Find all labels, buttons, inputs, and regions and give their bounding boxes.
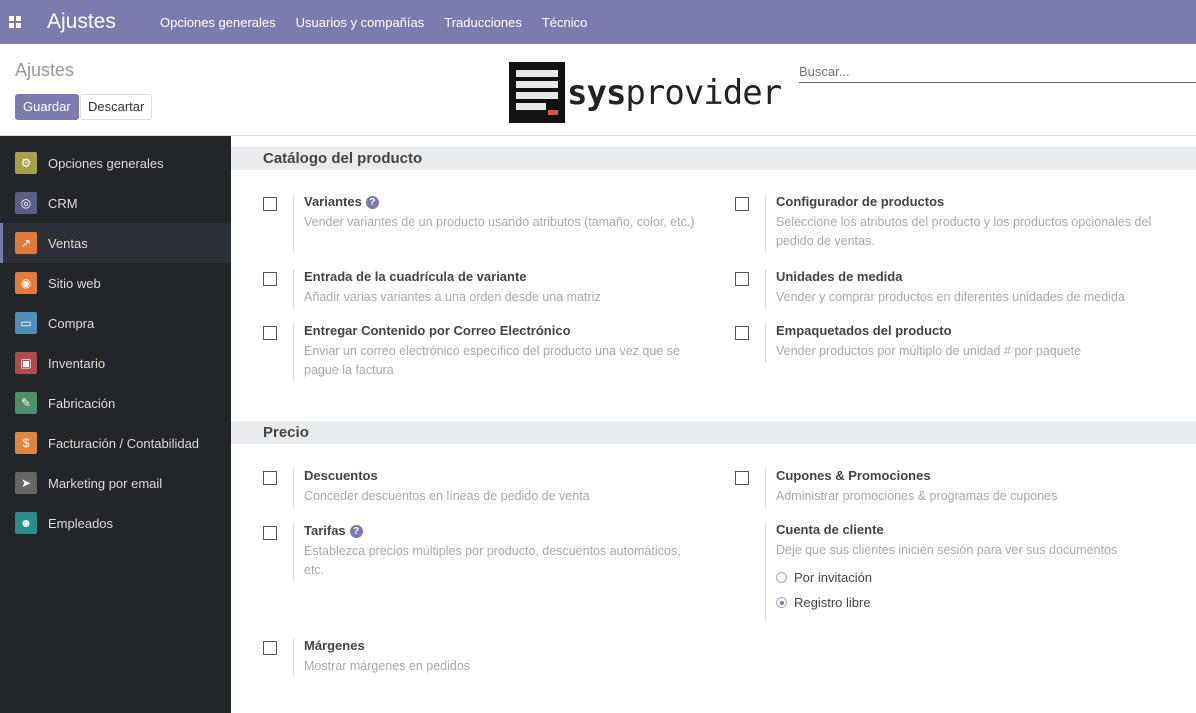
control-panel: Ajustes Guardar Descartar sysprovider xyxy=(0,44,1196,136)
handshake-icon: ◎ xyxy=(15,192,37,214)
logo-text: sysprovider xyxy=(567,72,782,113)
menu-traducciones[interactable]: Traducciones xyxy=(444,15,522,30)
sidebar-item-label: Fabricación xyxy=(48,395,116,411)
cuenta-title: Cuenta de cliente xyxy=(776,522,884,537)
section-title-precio: Precio xyxy=(231,421,1196,444)
margenes-checkbox[interactable] xyxy=(263,641,277,655)
sidebar-item-label: Facturación / Contabilidad xyxy=(48,435,200,451)
variantes-title: Variantes xyxy=(304,194,362,209)
sidebar-item-card[interactable]: ▭ Compra xyxy=(0,303,231,343)
cuadricula-checkbox[interactable] xyxy=(263,272,277,286)
sidebar-item-label: Inventario xyxy=(48,355,106,371)
cuadricula-desc: Añadir varias variantes a una orden desd… xyxy=(304,290,601,304)
sidebar-item-label: Empleados xyxy=(48,515,114,531)
sidebar-item-globe[interactable]: ◉ Sitio web xyxy=(0,263,231,303)
configurador-title: Configurador de productos xyxy=(776,194,945,209)
sidebar-item-paper-plane[interactable]: ➤ Marketing por email xyxy=(0,463,231,503)
sidebar-item-box[interactable]: ▣ Inventario xyxy=(0,343,231,383)
save-button[interactable]: Guardar xyxy=(15,94,79,120)
sidebar-item-label: Sitio web xyxy=(48,275,101,291)
apps-grid-icon xyxy=(9,16,21,28)
cupones-title: Cupones & Promociones xyxy=(776,468,931,483)
unidades-desc: Vender y comprar productos en diferentes… xyxy=(776,290,1125,304)
help-icon[interactable]: ? xyxy=(365,196,379,209)
sidebar-item-gear[interactable]: ⚙ Opciones generales xyxy=(0,143,231,183)
top-navbar: Ajustes Opciones generales Usuarios y co… xyxy=(0,0,1196,44)
margenes-title: Márgenes xyxy=(304,638,365,653)
box-icon: ▣ xyxy=(15,352,37,374)
cuadricula-title: Entrada de la cuadrícula de variante xyxy=(304,269,527,284)
sidebar-item-label: Marketing por email xyxy=(48,475,163,491)
sidebar-item-wrench[interactable]: ✎ Fabricación xyxy=(0,383,231,423)
sidebar-item-label: CRM xyxy=(48,195,78,211)
sidebar-item-handshake[interactable]: ◎ CRM xyxy=(0,183,231,223)
menu-tecnico[interactable]: Técnico xyxy=(542,15,588,30)
descuentos-checkbox[interactable] xyxy=(263,471,277,485)
menu-usuarios-companias[interactable]: Usuarios y compañías xyxy=(296,15,425,30)
sidebar-item-label: Compra xyxy=(48,315,95,331)
empaquetados-checkbox[interactable] xyxy=(735,326,749,340)
menu-opciones-generales[interactable]: Opciones generales xyxy=(160,15,276,30)
contenido-title: Entregar Contenido por Correo Electrónic… xyxy=(304,323,571,338)
settings-sidebar: ⚙ Opciones generales ◎ CRM ↗ Ventas ◉ Sitio web… xyxy=(0,136,231,713)
contenido-checkbox[interactable] xyxy=(263,326,277,340)
app-title: Ajustes xyxy=(47,10,116,33)
unidades-checkbox[interactable] xyxy=(735,272,749,286)
globe-icon: ◉ xyxy=(15,272,37,294)
descuentos-title: Descuentos xyxy=(304,468,378,483)
descuentos-desc: Conceder descuentos en líneas de pedido … xyxy=(304,489,590,503)
page-title: Ajustes xyxy=(15,60,75,80)
wrench-icon: ✎ xyxy=(15,392,37,414)
unidades-title: Unidades de medida xyxy=(776,269,903,284)
settings-content: Catálogo del producto Variantes? Vender … xyxy=(231,136,1196,713)
sidebar-item-label: Opciones generales xyxy=(48,155,164,171)
radio-por-invitacion[interactable]: Por invitación xyxy=(776,570,872,585)
radio-on-icon xyxy=(776,597,787,608)
radio-registro-libre[interactable]: Registro libre xyxy=(776,595,871,610)
server-icon xyxy=(509,62,565,123)
sidebar-item-users[interactable]: ☻ Empleados xyxy=(0,503,231,543)
company-logo: sysprovider xyxy=(509,62,782,123)
tarifas-title: Tarifas xyxy=(304,523,346,538)
empaquetados-title: Empaquetados del producto xyxy=(776,323,952,338)
variantes-checkbox[interactable] xyxy=(263,197,277,211)
invoice-icon: $ xyxy=(15,432,37,454)
discard-button[interactable]: Descartar xyxy=(80,94,153,120)
radio-off-icon xyxy=(776,572,787,583)
cuenta-desc: Deje que sus clientes inicien sesión par… xyxy=(776,543,1118,557)
empaquetados-desc: Vender productos por múltiplo de unidad … xyxy=(776,344,1082,358)
gear-icon: ⚙ xyxy=(15,152,37,174)
configurador-desc: Seleccione los atributos del producto y … xyxy=(776,215,1152,248)
tarifas-desc: Establezca precios múltiples por product… xyxy=(304,544,681,577)
configurador-checkbox[interactable] xyxy=(735,197,749,211)
sidebar-item-invoice[interactable]: $ Facturación / Contabilidad xyxy=(0,423,231,463)
section-title-catalogo: Catálogo del producto xyxy=(231,147,1196,170)
cupones-desc: Administrar promociones & programas de c… xyxy=(776,489,1058,503)
help-icon[interactable]: ? xyxy=(349,525,363,538)
top-menu: Opciones generales Usuarios y compañías … xyxy=(160,15,607,30)
margenes-desc: Mostrar márgenes en pedidos xyxy=(304,659,471,673)
card-icon: ▭ xyxy=(15,312,37,334)
variantes-desc: Vender variantes de un producto usando a… xyxy=(304,215,695,229)
users-icon: ☻ xyxy=(15,512,37,534)
sidebar-item-chart[interactable]: ↗ Ventas xyxy=(0,223,231,263)
search-input[interactable] xyxy=(799,61,1196,83)
contenido-desc: Enviar un correo electrónico específico … xyxy=(304,344,680,377)
apps-menu-button[interactable] xyxy=(0,0,30,44)
cupones-checkbox[interactable] xyxy=(735,471,749,485)
sidebar-item-label: Ventas xyxy=(48,235,88,251)
chart-icon: ↗ xyxy=(15,232,37,254)
paper-plane-icon: ➤ xyxy=(15,472,37,494)
tarifas-checkbox[interactable] xyxy=(263,526,277,540)
